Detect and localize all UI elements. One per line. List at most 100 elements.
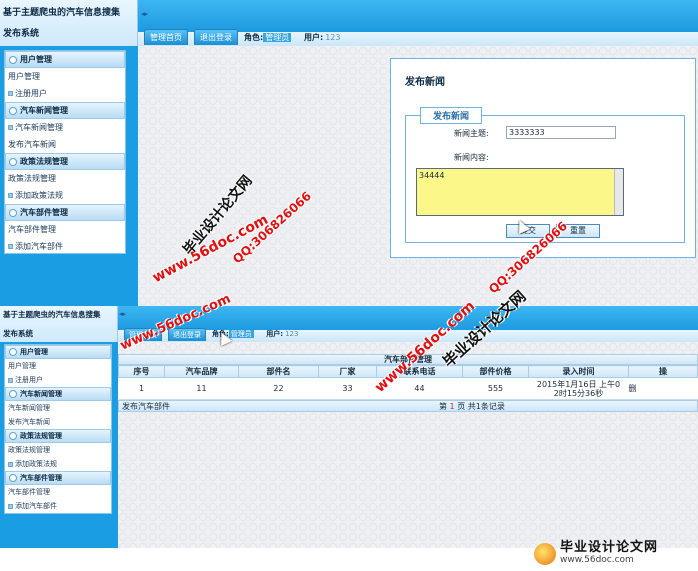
menu-group-parts[interactable]: 汽车部件管理 bbox=[5, 471, 111, 485]
bullet-icon bbox=[8, 377, 13, 383]
pager-total: 共1条记录 bbox=[467, 401, 505, 411]
bullet-icon bbox=[8, 125, 13, 130]
sidebar-item-news-manage[interactable]: 汽车新闻管理 bbox=[5, 401, 111, 415]
group-icon bbox=[9, 390, 17, 398]
group-icon bbox=[9, 106, 17, 115]
user-value: 123 bbox=[325, 33, 341, 42]
bullet-icon bbox=[8, 461, 13, 467]
cell: 22 bbox=[238, 377, 319, 400]
sidebar-item-publish-news[interactable]: 发布汽车新闻 bbox=[5, 415, 111, 429]
fieldset-legend: 发布新闻 bbox=[420, 107, 483, 124]
col-header: 序号 bbox=[118, 365, 165, 378]
group-icon bbox=[9, 55, 17, 64]
sidebar-item-add-part[interactable]: 添加汽车部件 bbox=[5, 499, 111, 513]
bullet-icon bbox=[8, 193, 13, 198]
role-info: 角色: 管理员 用户: 123 bbox=[244, 32, 340, 45]
menu-group-user[interactable]: 用户管理 bbox=[5, 51, 125, 68]
group-icon bbox=[9, 348, 17, 356]
header-tabs: 管理首页 退出登录 角色: 管理员 用户: 123 bbox=[144, 29, 340, 45]
sidebar-item-add-policy[interactable]: 添加政策法规 bbox=[5, 187, 125, 204]
page-title: 发布新闻 bbox=[405, 77, 445, 88]
group-icon bbox=[9, 432, 17, 440]
sidebar-item-parts-manage[interactable]: 汽车部件管理 bbox=[5, 221, 125, 238]
publish-news-panel: 发布新闻 发布新闻 新闻主题: 3333333 新闻内容: 34444 提交 重… bbox=[390, 58, 696, 258]
news-fieldset: 发布新闻 新闻主题: 3333333 新闻内容: 34444 提交 重置 bbox=[405, 107, 685, 243]
logo-icon bbox=[534, 543, 556, 565]
col-header: 厂家 bbox=[318, 365, 377, 378]
user-label: 用户: bbox=[304, 33, 324, 42]
subject-input[interactable]: 3333333 bbox=[506, 126, 616, 139]
col-header: 部件名 bbox=[238, 365, 319, 378]
col-header: 部件价格 bbox=[462, 365, 529, 378]
tab-home[interactable]: 管理首页 bbox=[144, 29, 188, 45]
bullet-icon bbox=[8, 244, 13, 249]
cell: 555 bbox=[462, 377, 529, 400]
collapse-sidebar-icon[interactable]: ◂▸ bbox=[119, 310, 129, 320]
sidebar-menu: 用户管理 用户管理 注册用户 汽车新闻管理 汽车新闻管理 发布汽车新闻 政策法规… bbox=[4, 50, 126, 254]
menu-group-policy[interactable]: 政策法规管理 bbox=[5, 429, 111, 443]
table-footer: 发布汽车部件 第 1 页 共1条记录 bbox=[118, 400, 698, 412]
cell: 11 bbox=[164, 377, 239, 400]
system-subtitle: 发布系统 bbox=[3, 29, 40, 39]
role-value: 管理员 bbox=[228, 330, 254, 338]
content-textarea[interactable]: 34444 bbox=[416, 168, 624, 216]
add-part-link[interactable]: 发布汽车部件 bbox=[122, 401, 170, 412]
delete-link[interactable]: 删 bbox=[628, 377, 698, 400]
cell-time: 2015年1月16日 上午0 2时15分36秒 bbox=[528, 377, 629, 400]
system-title: 基于主题爬虫的汽车信息搜集 bbox=[3, 8, 121, 18]
logo-text: 毕业设计论文网 www.56doc.com bbox=[560, 540, 659, 566]
sidebar-menu: 用户管理 用户管理 注册用户 汽车新闻管理 汽车新闻管理 发布汽车新闻 政策法规… bbox=[4, 344, 112, 514]
sidebar-item-register-user[interactable]: 注册用户 bbox=[5, 85, 125, 102]
table-row: 1 11 22 33 44 555 2015年1月16日 上午0 2时15分36… bbox=[118, 377, 698, 400]
sidebar-item-parts-manage[interactable]: 汽车部件管理 bbox=[5, 485, 111, 499]
sidebar-item-policy-manage[interactable]: 政策法规管理 bbox=[5, 170, 125, 187]
sidebar-item-news-manage[interactable]: 汽车新闻管理 bbox=[5, 119, 125, 136]
pager: 第 1 页 共1条记录 bbox=[439, 401, 505, 411]
col-header: 汽车品牌 bbox=[164, 365, 239, 378]
bullet-icon bbox=[8, 503, 13, 509]
system-title: 基于主题爬虫的汽车信息搜集 bbox=[3, 310, 101, 319]
tab-logout[interactable]: 退出登录 bbox=[194, 29, 238, 45]
logo-brand: 毕业设计论文网 bbox=[560, 540, 659, 555]
collapse-sidebar-icon[interactable]: ◂▸ bbox=[141, 10, 151, 20]
user-info: 用户: 123 bbox=[304, 33, 340, 42]
pager-current: 1 bbox=[449, 401, 455, 411]
sidebar: 用户管理 用户管理 注册用户 汽车新闻管理 汽车新闻管理 发布汽车新闻 政策法规… bbox=[0, 46, 138, 306]
user-label: 用户: bbox=[266, 330, 284, 338]
sidebar: 用户管理 用户管理 注册用户 汽车新闻管理 汽车新闻管理 发布汽车新闻 政策法规… bbox=[0, 342, 118, 548]
system-header: 基于主题爬虫的汽车信息搜集 发布系统 bbox=[0, 306, 118, 342]
textarea-scrollbar[interactable] bbox=[614, 169, 623, 215]
sidebar-item-add-policy[interactable]: 添加政策法规 bbox=[5, 457, 111, 471]
cell: 33 bbox=[318, 377, 377, 400]
sidebar-item-policy-manage[interactable]: 政策法规管理 bbox=[5, 443, 111, 457]
sidebar-item-user-manage[interactable]: 用户管理 bbox=[5, 359, 111, 373]
cell: 1 bbox=[118, 377, 165, 400]
menu-group-policy[interactable]: 政策法规管理 bbox=[5, 153, 125, 170]
system-subtitle: 发布系统 bbox=[3, 329, 33, 338]
system-header: 基于主题爬虫的汽车信息搜集 发布系统 bbox=[0, 0, 138, 46]
menu-group-parts[interactable]: 汽车部件管理 bbox=[5, 204, 125, 221]
menu-group-user[interactable]: 用户管理 bbox=[5, 345, 111, 359]
role-value: 管理员 bbox=[263, 33, 292, 42]
user-info: 用户: 123 bbox=[266, 330, 298, 338]
sidebar-item-user-manage[interactable]: 用户管理 bbox=[5, 68, 125, 85]
logo-url: www.56doc.com bbox=[560, 555, 634, 565]
group-icon bbox=[9, 208, 17, 217]
content-label: 新闻内容: bbox=[454, 153, 489, 162]
role-label: 角色: bbox=[244, 33, 264, 42]
sidebar-item-publish-news[interactable]: 发布汽车新闻 bbox=[5, 136, 125, 153]
col-header: 操 bbox=[628, 365, 698, 378]
sidebar-item-add-part[interactable]: 添加汽车部件 bbox=[5, 238, 125, 255]
site-logo: 毕业设计论文网 www.56doc.com bbox=[534, 540, 694, 568]
content-text: 34444 bbox=[419, 171, 445, 180]
group-icon bbox=[9, 157, 17, 166]
panel-parts-manage: 基于主题爬虫的汽车信息搜集 发布系统 管理首页 退出登录 角色: 管理员 用户: 1… bbox=[0, 306, 698, 548]
sidebar-item-register-user[interactable]: 注册用户 bbox=[5, 373, 111, 387]
menu-group-news[interactable]: 汽车新闻管理 bbox=[5, 387, 111, 401]
user-value: 123 bbox=[285, 330, 299, 338]
bullet-icon bbox=[8, 91, 13, 96]
menu-group-news[interactable]: 汽车新闻管理 bbox=[5, 102, 125, 119]
group-icon bbox=[9, 474, 17, 482]
subject-label: 新闻主题: bbox=[454, 129, 489, 138]
col-header: 录入时间 bbox=[528, 365, 629, 378]
